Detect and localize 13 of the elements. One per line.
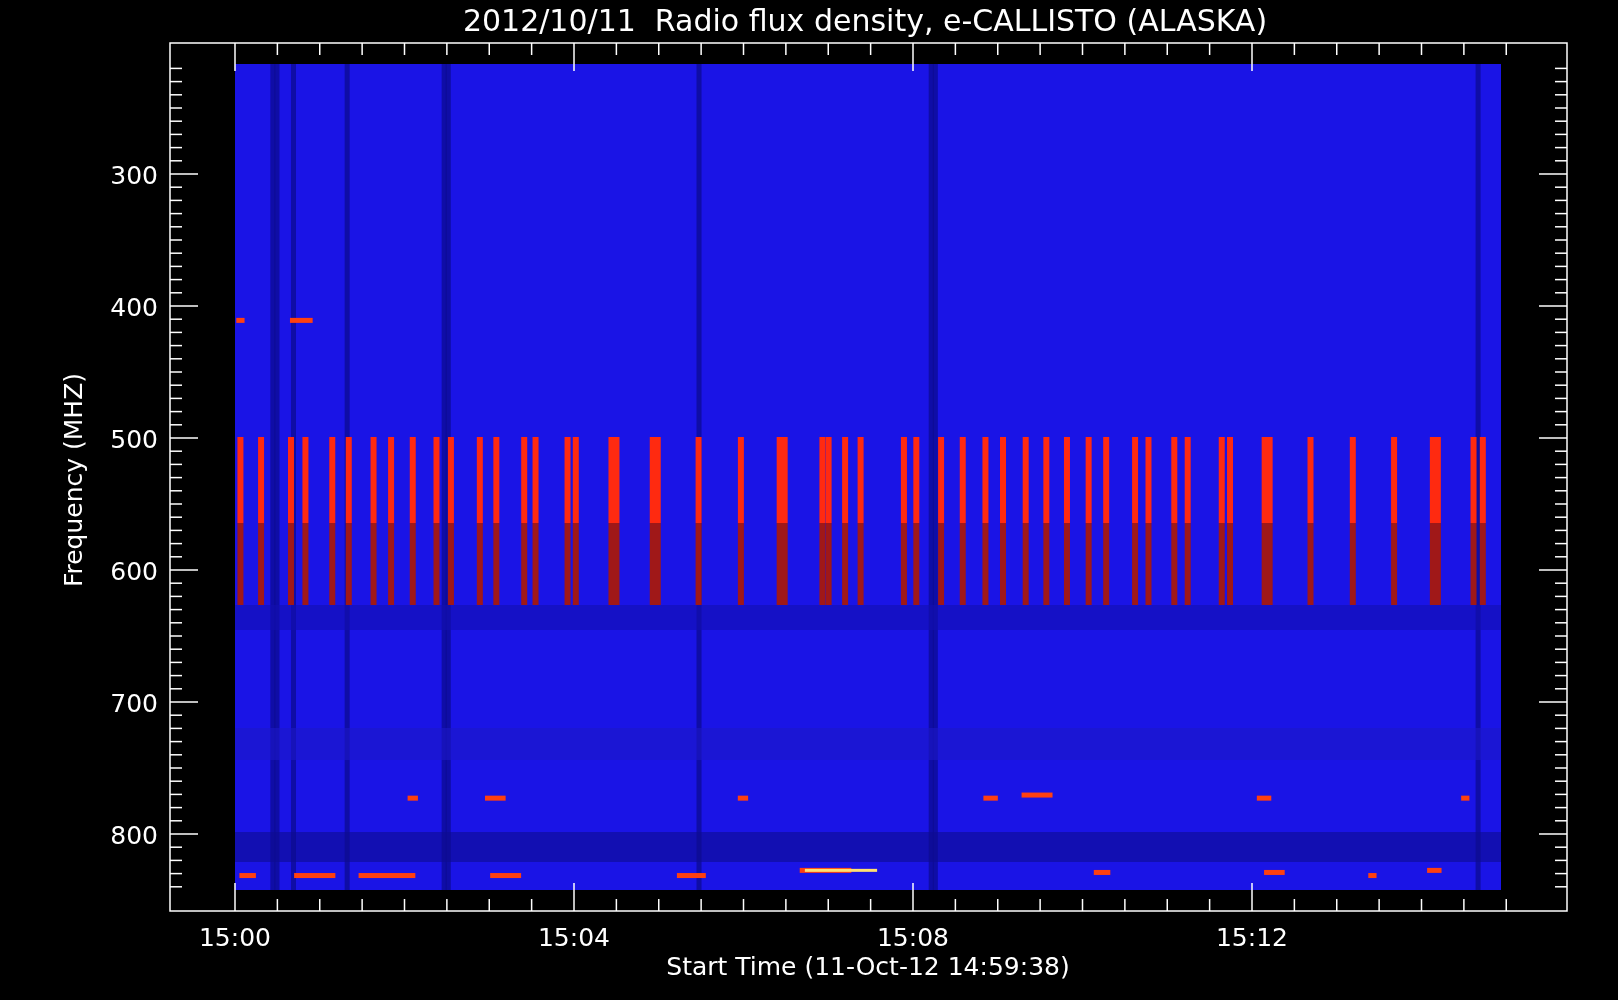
tick-label: 500 xyxy=(110,425,158,454)
tick-label: 700 xyxy=(110,689,158,718)
tick-label: 15:08 xyxy=(877,923,949,952)
tick-label: 300 xyxy=(110,161,158,190)
tick-label: 400 xyxy=(110,293,158,322)
tick-label: 15:04 xyxy=(538,923,610,952)
plot-title: 2012/10/11 Radio flux density, e-CALLISTO (ALASKA) xyxy=(462,3,1268,38)
axis-label: Start Time (11-Oct-12 14:59:38) xyxy=(666,952,1070,981)
tick-label: 15:12 xyxy=(1216,923,1288,952)
axis-label: Frequency (MHZ) xyxy=(59,372,88,588)
tick-label: 800 xyxy=(110,821,158,850)
tick-label: 600 xyxy=(110,557,158,586)
tick-label: 15:00 xyxy=(199,923,271,952)
